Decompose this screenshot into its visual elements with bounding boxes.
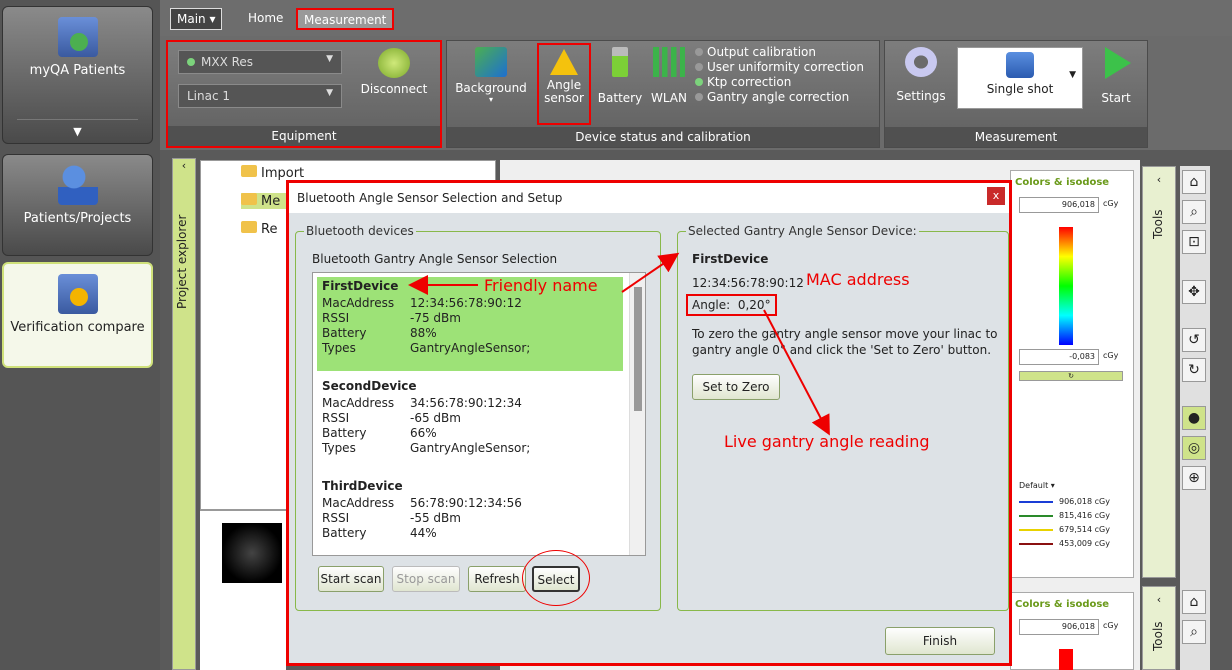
annotation-live-angle: Live gantry angle reading [724,432,930,451]
annotation-friendly-name: Friendly name [484,276,598,295]
arrow-to-selected-name [621,252,680,293]
arrow-live-angle [763,309,830,436]
annotation-mac-address: MAC address [806,270,910,289]
annotation-arrows [408,252,830,436]
